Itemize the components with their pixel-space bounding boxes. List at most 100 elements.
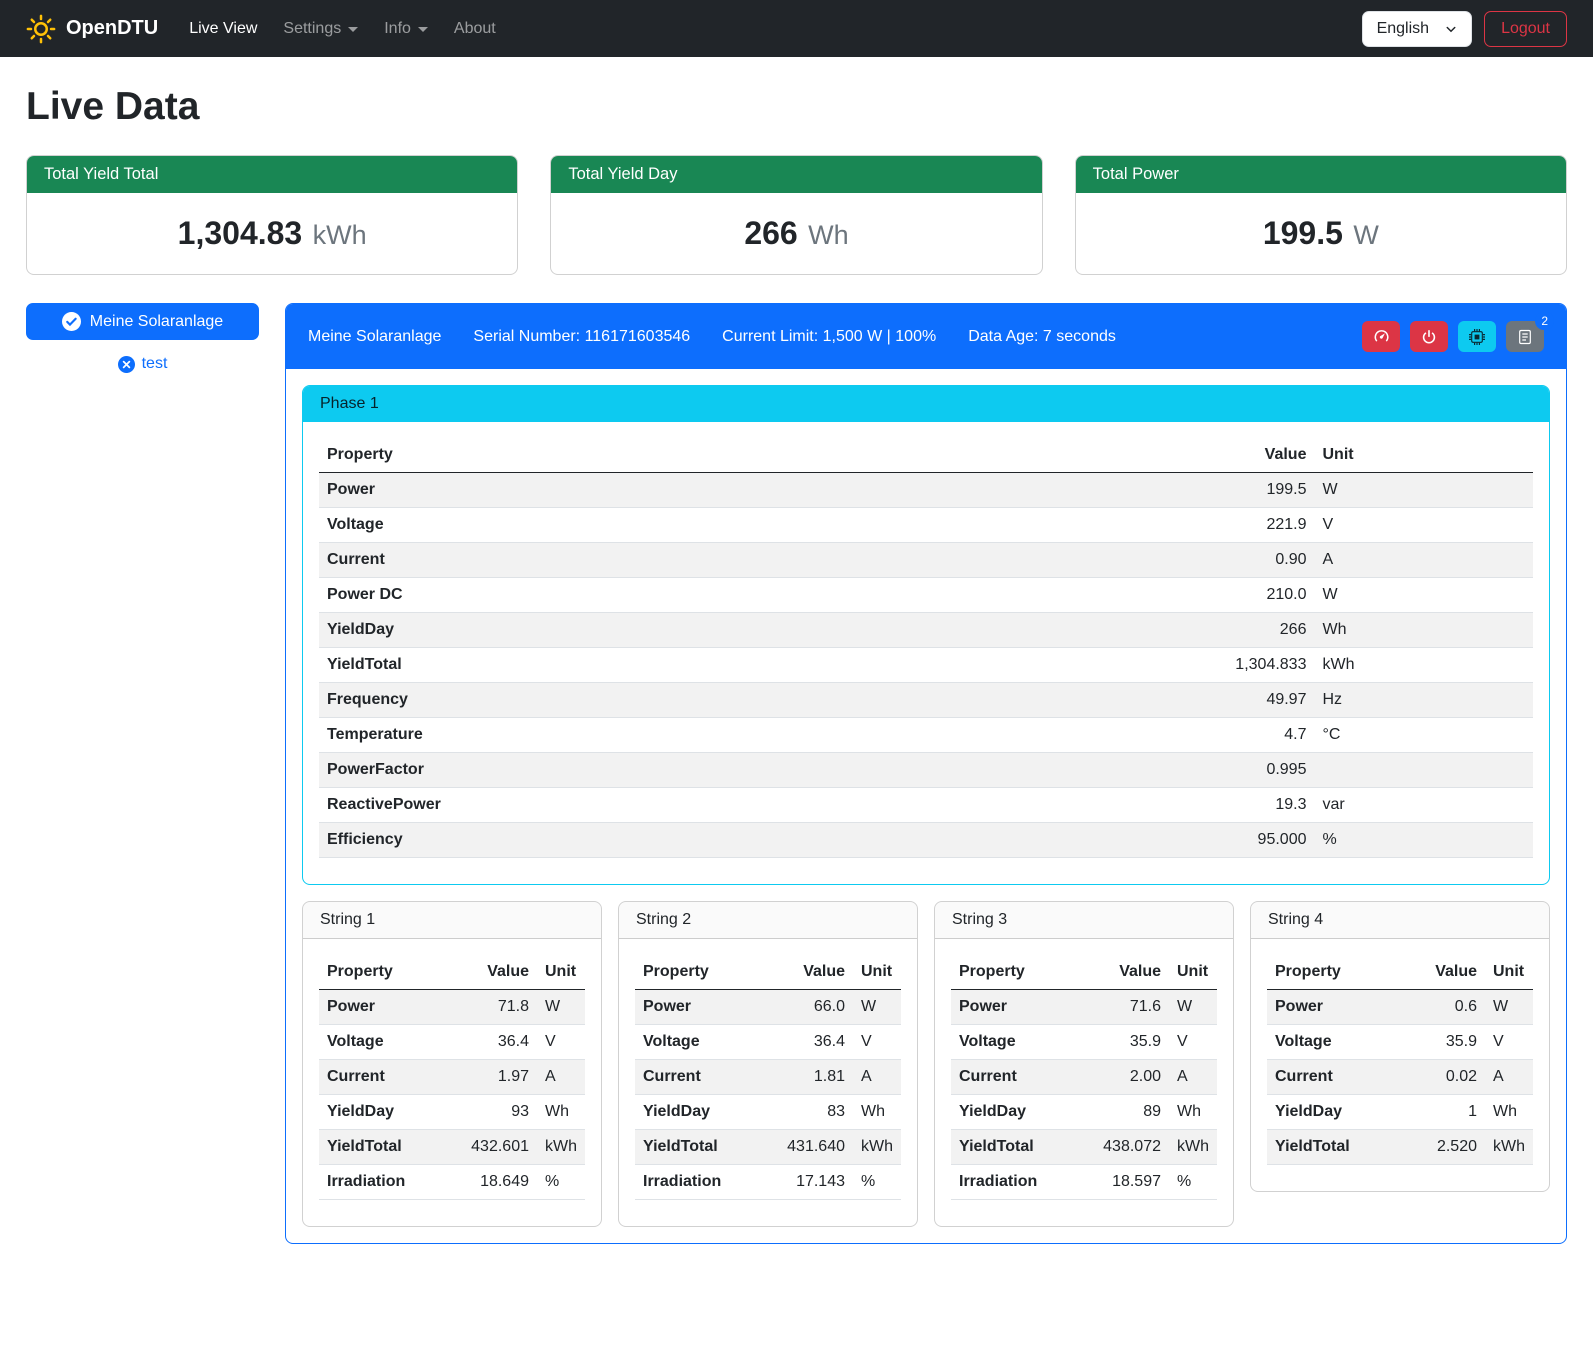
row-property: Temperature (319, 718, 1023, 753)
table-row: Current 0.90 A (319, 543, 1533, 578)
string-2-table-body: Power 66.0 W Voltage 36.4 V (635, 990, 901, 1200)
cpu-icon (1469, 329, 1485, 345)
row-value: 431.640 (779, 1130, 853, 1165)
row-unit: % (853, 1165, 901, 1200)
inverter-select-label: Meine Solaranlage (90, 313, 223, 331)
row-property: YieldDay (951, 1095, 1095, 1130)
row-value: 432.601 (463, 1130, 537, 1165)
table-row: Power 66.0 W (635, 990, 901, 1025)
table-row: Current 0.02 A (1267, 1060, 1533, 1095)
row-value: 2.00 (1095, 1060, 1169, 1095)
string-card-3: String 3 Property Value Unit (934, 901, 1234, 1227)
row-property: Voltage (951, 1025, 1095, 1060)
row-unit: kWh (853, 1130, 901, 1165)
row-value: 35.9 (1421, 1025, 1485, 1060)
row-value: 1.81 (779, 1060, 853, 1095)
page-title: Live Data (26, 85, 1567, 129)
row-unit: W (1169, 990, 1217, 1025)
string-4-table: Property Value Unit Power (1267, 955, 1533, 1165)
inverter-sidebar: Meine Solaranlage test (26, 303, 259, 373)
row-property: Voltage (635, 1025, 779, 1060)
row-unit: Wh (537, 1095, 585, 1130)
row-property: Voltage (319, 508, 1023, 543)
row-property: Irradiation (951, 1165, 1095, 1200)
inverter-serial: Serial Number: 116171603546 (473, 328, 690, 346)
row-value: 66.0 (779, 990, 853, 1025)
logout-button[interactable]: Logout (1484, 11, 1567, 47)
event-log-button[interactable]: 2 (1506, 321, 1544, 352)
row-property: Power (319, 473, 1023, 508)
table-row: Current 1.97 A (319, 1060, 585, 1095)
table-row: Irradiation 17.143 % (635, 1165, 901, 1200)
column-header-value: Value (1023, 438, 1314, 473)
brand-link[interactable]: OpenDTU (26, 14, 158, 44)
table-row: YieldDay 93 Wh (319, 1095, 585, 1130)
row-unit: Wh (1314, 613, 1533, 648)
nav-item-about[interactable]: About (441, 12, 509, 46)
summary-card-unit: Wh (808, 220, 849, 250)
row-property: Current (1267, 1060, 1421, 1095)
summary-card-value: 199.5 (1263, 215, 1343, 251)
device-settings-button[interactable] (1458, 321, 1496, 352)
table-row: YieldDay 1 Wh (1267, 1095, 1533, 1130)
row-value: 49.97 (1023, 683, 1314, 718)
row-unit: W (1485, 990, 1533, 1025)
row-unit: % (1314, 823, 1533, 858)
string-card-title: String 4 (1251, 902, 1549, 939)
table-row: Temperature 4.7 °C (319, 718, 1533, 753)
sidebar-item-test[interactable]: test (26, 355, 259, 373)
power-button[interactable] (1410, 321, 1448, 352)
row-value: 89 (1095, 1095, 1169, 1130)
limit-settings-button[interactable] (1362, 321, 1400, 352)
row-value: 438.072 (1095, 1130, 1169, 1165)
journal-icon (1517, 329, 1533, 345)
row-property: YieldDay (319, 1095, 463, 1130)
row-property: YieldDay (319, 613, 1023, 648)
row-unit: V (1314, 508, 1533, 543)
nav-item-settings[interactable]: Settings (270, 12, 371, 46)
row-unit: V (1485, 1025, 1533, 1060)
row-unit: W (537, 990, 585, 1025)
row-value: 0.6 (1421, 990, 1485, 1025)
row-property: YieldTotal (635, 1130, 779, 1165)
inverter-card-header: Meine Solaranlage Serial Number: 1161716… (286, 304, 1566, 369)
nav-item-info[interactable]: Info (371, 12, 441, 46)
row-property: YieldTotal (319, 1130, 463, 1165)
string-card-4: String 4 Property Value Unit (1250, 901, 1550, 1192)
string-cards: String 1 Property Value Unit (302, 901, 1550, 1227)
row-value: 2.520 (1421, 1130, 1485, 1165)
page-container: Live Data Total Yield Total 1,304.83 kWh… (0, 57, 1593, 1270)
row-property: Current (319, 543, 1023, 578)
row-unit: A (1169, 1060, 1217, 1095)
row-unit: °C (1314, 718, 1533, 753)
column-header-unit: Unit (1485, 955, 1533, 990)
summary-card: Total Power 199.5 W (1075, 155, 1567, 275)
check-circle-icon (62, 312, 81, 331)
table-row: YieldTotal 432.601 kWh (319, 1130, 585, 1165)
column-header-value: Value (1421, 955, 1485, 990)
row-value: 18.597 (1095, 1165, 1169, 1200)
inverter-select-button[interactable]: Meine Solaranlage (26, 303, 259, 340)
row-value: 36.4 (463, 1025, 537, 1060)
string-card-title: String 3 (935, 902, 1233, 939)
row-value: 95.000 (1023, 823, 1314, 858)
row-unit: var (1314, 788, 1533, 823)
phase-table-body: Power 199.5 W Voltage 221.9 V (319, 473, 1533, 858)
caret-down-icon (418, 27, 428, 32)
row-unit (1314, 753, 1533, 788)
row-property: Voltage (1267, 1025, 1421, 1060)
string-3-table-body: Power 71.6 W Voltage 35.9 V (951, 990, 1217, 1200)
string-3-table: Property Value Unit Power (951, 955, 1217, 1200)
row-property: YieldTotal (319, 648, 1023, 683)
nav-item-live-view[interactable]: Live View (176, 12, 270, 46)
row-property: Irradiation (635, 1165, 779, 1200)
table-row: Voltage 36.4 V (319, 1025, 585, 1060)
table-row: Current 2.00 A (951, 1060, 1217, 1095)
column-header-value: Value (1095, 955, 1169, 990)
string-card-title: String 1 (303, 902, 601, 939)
string-card-2: String 2 Property Value Unit (618, 901, 918, 1227)
table-row: Voltage 221.9 V (319, 508, 1533, 543)
row-property: YieldTotal (1267, 1130, 1421, 1165)
row-value: 0.995 (1023, 753, 1314, 788)
language-select[interactable]: English (1362, 11, 1472, 47)
